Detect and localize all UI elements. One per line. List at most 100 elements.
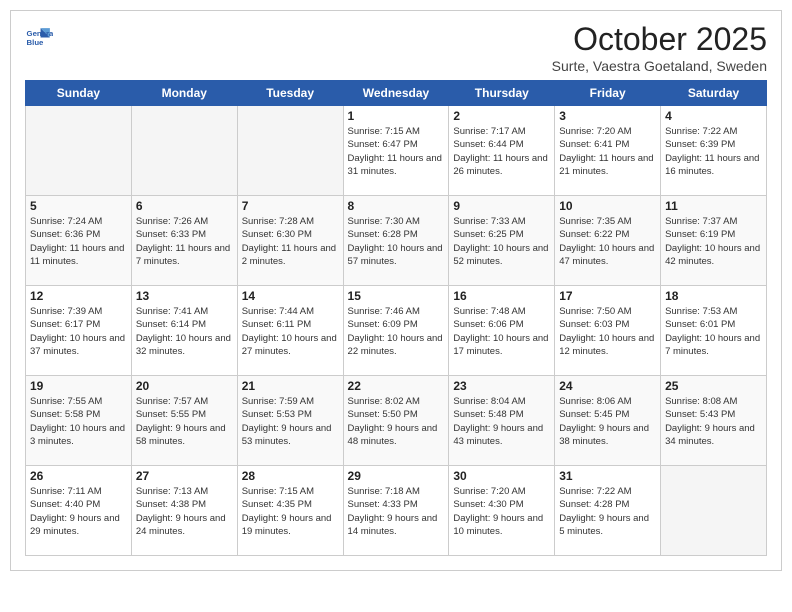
- cell-info: Sunrise: 7:35 AMSunset: 6:22 PMDaylight:…: [559, 215, 656, 268]
- cell-info: Sunrise: 8:02 AMSunset: 5:50 PMDaylight:…: [348, 395, 445, 448]
- cell-info: Sunrise: 7:15 AMSunset: 4:35 PMDaylight:…: [242, 485, 339, 538]
- day-number: 26: [30, 469, 127, 483]
- day-number: 15: [348, 289, 445, 303]
- cal-cell: 14 Sunrise: 7:44 AMSunset: 6:11 PMDayligh…: [237, 286, 343, 376]
- day-number: 7: [242, 199, 339, 213]
- svg-text:General: General: [27, 29, 53, 38]
- cell-info: Sunrise: 7:41 AMSunset: 6:14 PMDaylight:…: [136, 305, 233, 358]
- cell-info: Sunrise: 7:22 AMSunset: 4:28 PMDaylight:…: [559, 485, 656, 538]
- cal-cell: 5 Sunrise: 7:24 AMSunset: 6:36 PMDaylight…: [26, 196, 132, 286]
- cal-cell: 16Sunrise: 7:48 AMSunset: 6:06 PMDayligh…: [449, 286, 555, 376]
- cell-info: Sunrise: 8:06 AMSunset: 5:45 PMDaylight:…: [559, 395, 656, 448]
- cal-cell: 3 Sunrise: 7:20 AMSunset: 6:41 PMDaylight…: [555, 106, 661, 196]
- cal-cell: 2Sunrise: 7:17 AMSunset: 6:44 PMDaylight…: [449, 106, 555, 196]
- cal-cell: [661, 466, 767, 556]
- day-number: 18: [665, 289, 762, 303]
- calendar-page: General Blue October 2025 Surte, Vaestra…: [10, 10, 782, 571]
- week-row-3: 12 Sunrise: 7:39 AMSunset: 6:17 PMDayligh…: [26, 286, 767, 376]
- day-number: 23: [453, 379, 550, 393]
- cal-cell: 11 Sunrise: 7:37 AMSunset: 6:19 PMDayligh…: [661, 196, 767, 286]
- cal-cell: 22 Sunrise: 8:02 AMSunset: 5:50 PMDayligh…: [343, 376, 449, 466]
- day-header-friday: Friday: [555, 81, 661, 106]
- cal-cell: 18Sunrise: 7:53 AMSunset: 6:01 PMDayligh…: [661, 286, 767, 376]
- cell-info: Sunrise: 7:39 AMSunset: 6:17 PMDaylight:…: [30, 305, 127, 358]
- cal-cell: 15 Sunrise: 7:46 AMSunset: 6:09 PMDayligh…: [343, 286, 449, 376]
- day-number: 10: [559, 199, 656, 213]
- day-header-saturday: Saturday: [661, 81, 767, 106]
- cell-info: Sunrise: 7:57 AMSunset: 5:55 PMDaylight:…: [136, 395, 233, 448]
- day-number: 22: [348, 379, 445, 393]
- calendar-table: SundayMondayTuesdayWednesdayThursdayFrid…: [25, 80, 767, 556]
- calendar-subtitle: Surte, Vaestra Goetaland, Sweden: [552, 58, 767, 74]
- cal-cell: 7 Sunrise: 7:28 AMSunset: 6:30 PMDaylight…: [237, 196, 343, 286]
- cal-cell: [26, 106, 132, 196]
- week-row-2: 5 Sunrise: 7:24 AMSunset: 6:36 PMDaylight…: [26, 196, 767, 286]
- cal-cell: 20 Sunrise: 7:57 AMSunset: 5:55 PMDayligh…: [131, 376, 237, 466]
- week-row-1: 1 Sunrise: 7:15 AMSunset: 6:47 PMDaylight…: [26, 106, 767, 196]
- cal-cell: 8 Sunrise: 7:30 AMSunset: 6:28 PMDaylight…: [343, 196, 449, 286]
- cell-info: Sunrise: 7:13 AMSunset: 4:38 PMDaylight:…: [136, 485, 233, 538]
- cell-info: Sunrise: 7:37 AMSunset: 6:19 PMDaylight:…: [665, 215, 762, 268]
- cal-cell: 28Sunrise: 7:15 AMSunset: 4:35 PMDayligh…: [237, 466, 343, 556]
- day-number: 12: [30, 289, 127, 303]
- day-number: 17: [559, 289, 656, 303]
- day-number: 11: [665, 199, 762, 213]
- cal-cell: [237, 106, 343, 196]
- day-number: 29: [348, 469, 445, 483]
- cell-info: Sunrise: 8:08 AMSunset: 5:43 PMDaylight:…: [665, 395, 762, 448]
- cell-info: Sunrise: 7:30 AMSunset: 6:28 PMDaylight:…: [348, 215, 445, 268]
- header: General Blue October 2025 Surte, Vaestra…: [25, 21, 767, 74]
- day-header-wednesday: Wednesday: [343, 81, 449, 106]
- day-header-row: SundayMondayTuesdayWednesdayThursdayFrid…: [26, 81, 767, 106]
- cal-cell: 26Sunrise: 7:11 AMSunset: 4:40 PMDayligh…: [26, 466, 132, 556]
- day-number: 1: [348, 109, 445, 123]
- title-block: October 2025 Surte, Vaestra Goetaland, S…: [552, 21, 767, 74]
- day-number: 2: [453, 109, 550, 123]
- cal-cell: 21Sunrise: 7:59 AMSunset: 5:53 PMDayligh…: [237, 376, 343, 466]
- cell-info: Sunrise: 7:46 AMSunset: 6:09 PMDaylight:…: [348, 305, 445, 358]
- cal-cell: 13 Sunrise: 7:41 AMSunset: 6:14 PMDayligh…: [131, 286, 237, 376]
- cal-cell: 25 Sunrise: 8:08 AMSunset: 5:43 PMDayligh…: [661, 376, 767, 466]
- day-number: 20: [136, 379, 233, 393]
- cell-info: Sunrise: 7:22 AMSunset: 6:39 PMDaylight:…: [665, 125, 762, 178]
- week-row-5: 26Sunrise: 7:11 AMSunset: 4:40 PMDayligh…: [26, 466, 767, 556]
- day-number: 3: [559, 109, 656, 123]
- cal-cell: 19 Sunrise: 7:55 AMSunset: 5:58 PMDayligh…: [26, 376, 132, 466]
- day-number: 5: [30, 199, 127, 213]
- cell-info: Sunrise: 7:26 AMSunset: 6:33 PMDaylight:…: [136, 215, 233, 268]
- cell-info: Sunrise: 7:15 AMSunset: 6:47 PMDaylight:…: [348, 125, 445, 178]
- day-header-thursday: Thursday: [449, 81, 555, 106]
- day-number: 8: [348, 199, 445, 213]
- cal-cell: 30Sunrise: 7:20 AMSunset: 4:30 PMDayligh…: [449, 466, 555, 556]
- cal-cell: 9Sunrise: 7:33 AMSunset: 6:25 PMDaylight…: [449, 196, 555, 286]
- cal-cell: 4 Sunrise: 7:22 AMSunset: 6:39 PMDaylight…: [661, 106, 767, 196]
- cal-cell: 29Sunrise: 7:18 AMSunset: 4:33 PMDayligh…: [343, 466, 449, 556]
- cell-info: Sunrise: 7:28 AMSunset: 6:30 PMDaylight:…: [242, 215, 339, 268]
- cal-cell: 10 Sunrise: 7:35 AMSunset: 6:22 PMDayligh…: [555, 196, 661, 286]
- day-number: 6: [136, 199, 233, 213]
- day-number: 24: [559, 379, 656, 393]
- cell-info: Sunrise: 7:50 AMSunset: 6:03 PMDaylight:…: [559, 305, 656, 358]
- cell-info: Sunrise: 7:24 AMSunset: 6:36 PMDaylight:…: [30, 215, 127, 268]
- cal-cell: 23 Sunrise: 8:04 AMSunset: 5:48 PMDayligh…: [449, 376, 555, 466]
- cal-cell: 31Sunrise: 7:22 AMSunset: 4:28 PMDayligh…: [555, 466, 661, 556]
- day-header-tuesday: Tuesday: [237, 81, 343, 106]
- cal-cell: 17 Sunrise: 7:50 AMSunset: 6:03 PMDayligh…: [555, 286, 661, 376]
- cell-info: Sunrise: 7:20 AMSunset: 6:41 PMDaylight:…: [559, 125, 656, 178]
- svg-text:Blue: Blue: [27, 38, 45, 47]
- cell-info: Sunrise: 7:59 AMSunset: 5:53 PMDaylight:…: [242, 395, 339, 448]
- day-number: 13: [136, 289, 233, 303]
- cell-info: Sunrise: 7:55 AMSunset: 5:58 PMDaylight:…: [30, 395, 127, 448]
- day-number: 25: [665, 379, 762, 393]
- cell-info: Sunrise: 8:04 AMSunset: 5:48 PMDaylight:…: [453, 395, 550, 448]
- day-number: 4: [665, 109, 762, 123]
- day-number: 14: [242, 289, 339, 303]
- logo-icon: General Blue: [25, 25, 53, 53]
- cal-cell: 24 Sunrise: 8:06 AMSunset: 5:45 PMDayligh…: [555, 376, 661, 466]
- day-number: 19: [30, 379, 127, 393]
- day-header-monday: Monday: [131, 81, 237, 106]
- cell-info: Sunrise: 7:20 AMSunset: 4:30 PMDaylight:…: [453, 485, 550, 538]
- cell-info: Sunrise: 7:44 AMSunset: 6:11 PMDaylight:…: [242, 305, 339, 358]
- day-number: 16: [453, 289, 550, 303]
- logo: General Blue: [25, 25, 57, 53]
